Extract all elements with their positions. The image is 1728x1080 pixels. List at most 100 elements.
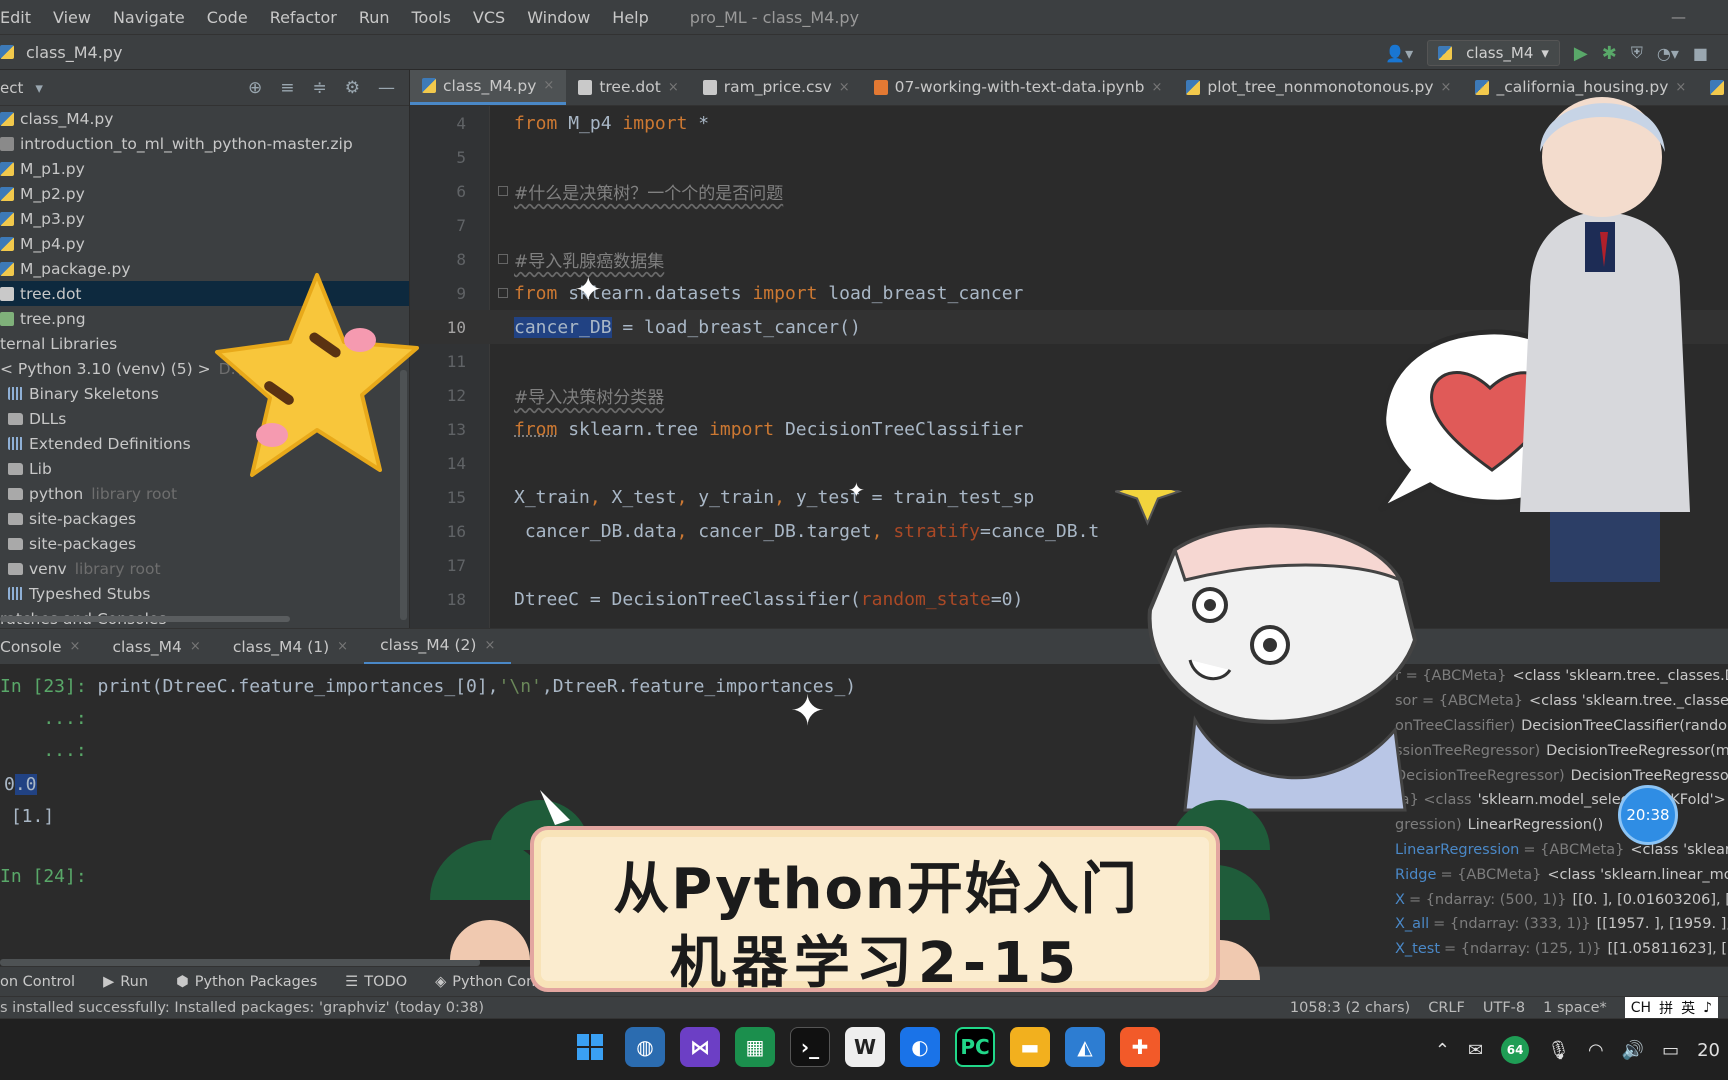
variable-row[interactable]: X_test = {ndarray: (125, 1)} [[1.05811623]… — [1395, 937, 1728, 962]
menu-view[interactable]: View — [42, 8, 102, 27]
menu-code[interactable]: Code — [196, 8, 259, 27]
volume-icon[interactable]: 🔊 — [1622, 1040, 1644, 1061]
close-icon[interactable]: × — [543, 78, 554, 93]
console-tab[interactable]: class_M4 (1) × — [217, 629, 364, 665]
console-tab[interactable]: class_M4 × — [96, 629, 216, 665]
close-icon[interactable]: × — [1152, 80, 1163, 95]
project-tree-label: DLLs — [29, 409, 67, 428]
project-tree-item[interactable]: Typeshed Stubs — [0, 581, 409, 606]
profile-icon[interactable]: ◔▾ — [1657, 44, 1679, 63]
editor-tab[interactable]: 07-working-with-text-data.ipynb × — [862, 70, 1175, 105]
project-tree-item[interactable]: M_p3.py — [0, 206, 409, 231]
wps-icon[interactable]: W — [845, 1027, 885, 1067]
indent-setting[interactable]: 1 space* — [1543, 1000, 1607, 1016]
menu-tools[interactable]: Tools — [401, 8, 462, 27]
terminal-icon[interactable]: ›_ — [790, 1027, 830, 1067]
breadcrumb-file[interactable]: class_M4.py — [26, 43, 122, 62]
menu-navigate[interactable]: Navigate — [102, 8, 196, 27]
caret-position[interactable]: 1058:3 (2 chars) — [1290, 1000, 1410, 1016]
project-tree-item[interactable]: introduction_to_ml_with_python-master.zi… — [0, 131, 409, 156]
fold-icon[interactable] — [498, 186, 508, 196]
project-scrollbar-horizontal[interactable] — [0, 616, 290, 622]
spreadsheet-app-icon[interactable]: ▦ — [735, 1027, 775, 1067]
expand-all-icon[interactable]: ≡ — [280, 78, 294, 98]
chevron-down-icon[interactable]: ▾ — [35, 79, 43, 97]
gear-icon[interactable]: ⚙ — [345, 78, 360, 98]
close-icon[interactable]: × — [839, 80, 850, 95]
status-message[interactable]: s installed successfully: Installed pack… — [0, 1000, 484, 1016]
file-explorer-icon[interactable]: ▬ — [1010, 1027, 1050, 1067]
coverage-icon[interactable]: ⛨ — [1631, 43, 1643, 63]
battery-icon[interactable]: ▭ — [1662, 1040, 1679, 1061]
wifi-icon[interactable]: ◠ — [1588, 1040, 1604, 1061]
chevron-up-icon[interactable]: ⌃ — [1435, 1040, 1450, 1061]
close-icon[interactable]: × — [337, 639, 348, 654]
console-tab[interactable]: class_M4 (2) × — [364, 629, 512, 665]
menu-window[interactable]: Window — [516, 8, 601, 27]
menu-run[interactable]: Run — [348, 8, 401, 27]
project-tree-item[interactable]: site-packages — [0, 506, 409, 531]
console-tab[interactable]: Console × — [0, 629, 96, 665]
globe-app-icon[interactable]: ◍ — [625, 1027, 665, 1067]
fold-icon[interactable] — [498, 254, 508, 264]
code-text: =cance_DB.t — [980, 520, 1100, 542]
gpu-badge[interactable]: 64 — [1501, 1036, 1530, 1064]
locate-icon[interactable]: ⊕ — [248, 78, 262, 98]
menu-help[interactable]: Help — [601, 8, 659, 27]
run-configuration-select[interactable]: class_M4 ▾ — [1427, 40, 1560, 66]
tool-todo[interactable]: ☰ TODO — [331, 974, 421, 990]
variable-row[interactable]: X = {ndarray: (500, 1)} [[0. ], [0.0160320… — [1395, 887, 1728, 912]
hide-icon[interactable]: — — [378, 78, 395, 98]
project-tree-item[interactable]: venv library root — [0, 556, 409, 581]
ime-indicator[interactable]: CH 拼 英 ♪ — [1624, 997, 1718, 1019]
project-view-select[interactable]: ect — [0, 79, 23, 97]
project-tree-item[interactable]: site-packages — [0, 531, 409, 556]
browser-icon[interactable]: ◐ — [900, 1027, 940, 1067]
timer-bubble[interactable]: 20:38 — [1618, 785, 1678, 845]
mail-icon[interactable]: ✉ — [1468, 1040, 1483, 1061]
stop-icon[interactable]: ■ — [1693, 44, 1708, 63]
tool-run[interactable]: ▶ Run — [89, 974, 162, 990]
media-app-icon[interactable]: ✚ — [1120, 1027, 1160, 1067]
project-tree-label: tree.png — [20, 309, 86, 328]
editor-tab[interactable]: ram_price.csv × — [691, 70, 862, 105]
variable-value: DecisionTreeRegressor() — [1570, 767, 1728, 784]
project-tree-item[interactable]: M_p1.py — [0, 156, 409, 181]
project-tree-item[interactable]: M_p2.py — [0, 181, 409, 206]
tool-python-packages[interactable]: ⬢ Python Packages — [162, 974, 331, 990]
user-icon[interactable]: 👤▾ — [1385, 44, 1413, 63]
minimize-icon[interactable]: — — [1671, 8, 1686, 26]
console-scrollbar[interactable] — [0, 959, 480, 966]
file-encoding[interactable]: UTF-8 — [1483, 1000, 1525, 1016]
collapse-all-icon[interactable]: ≑ — [313, 78, 327, 98]
editor-tab[interactable]: tree.dot × — [566, 70, 690, 105]
photos-app-icon[interactable]: ◭ — [1065, 1027, 1105, 1067]
variable-row[interactable]: LinearRegression = {ABCMeta} <class 'sklea… — [1395, 838, 1728, 863]
menu-vcs[interactable]: VCS — [462, 8, 516, 27]
line-separator[interactable]: CRLF — [1428, 1000, 1465, 1016]
editor-tab[interactable]: plot_tree_nonmonotonous.py × — [1174, 70, 1463, 105]
editor-tab[interactable]: class_M4.py × — [410, 70, 567, 105]
run-icon[interactable]: ▶ — [1574, 43, 1588, 64]
microphone-icon[interactable]: 🎙 — [1547, 1040, 1570, 1061]
close-icon[interactable]: × — [668, 80, 679, 95]
close-icon[interactable]: × — [70, 639, 81, 654]
debug-icon[interactable]: ✱ — [1602, 43, 1617, 64]
windows-start-icon[interactable] — [570, 1027, 610, 1067]
menu-edit[interactable]: Edit — [0, 8, 42, 27]
pycharm-icon[interactable]: PC — [955, 1027, 995, 1067]
close-icon[interactable]: × — [484, 638, 495, 653]
close-icon[interactable]: × — [1441, 80, 1452, 95]
variable-row[interactable]: Ridge = {ABCMeta} <class 'sklearn.linear_m… — [1395, 862, 1728, 887]
console-line[interactable]: In [24]: — [0, 860, 87, 892]
project-tree-item[interactable]: M_p4.py — [0, 231, 409, 256]
breadcrumb[interactable]: class_M4.py — [0, 43, 122, 62]
tool-version-control[interactable]: on Control — [0, 974, 89, 990]
fold-icon[interactable] — [498, 288, 508, 298]
project-tree-item[interactable]: class_M4.py — [0, 106, 409, 131]
visual-studio-icon[interactable]: ⋈ — [680, 1027, 720, 1067]
menu-refactor[interactable]: Refactor — [259, 8, 348, 27]
variable-row[interactable]: X_all = {ndarray: (333, 1)} [[1957. ], [19… — [1395, 912, 1728, 937]
close-icon[interactable]: × — [190, 639, 201, 654]
taskbar-clock[interactable]: 20 — [1697, 1040, 1720, 1061]
